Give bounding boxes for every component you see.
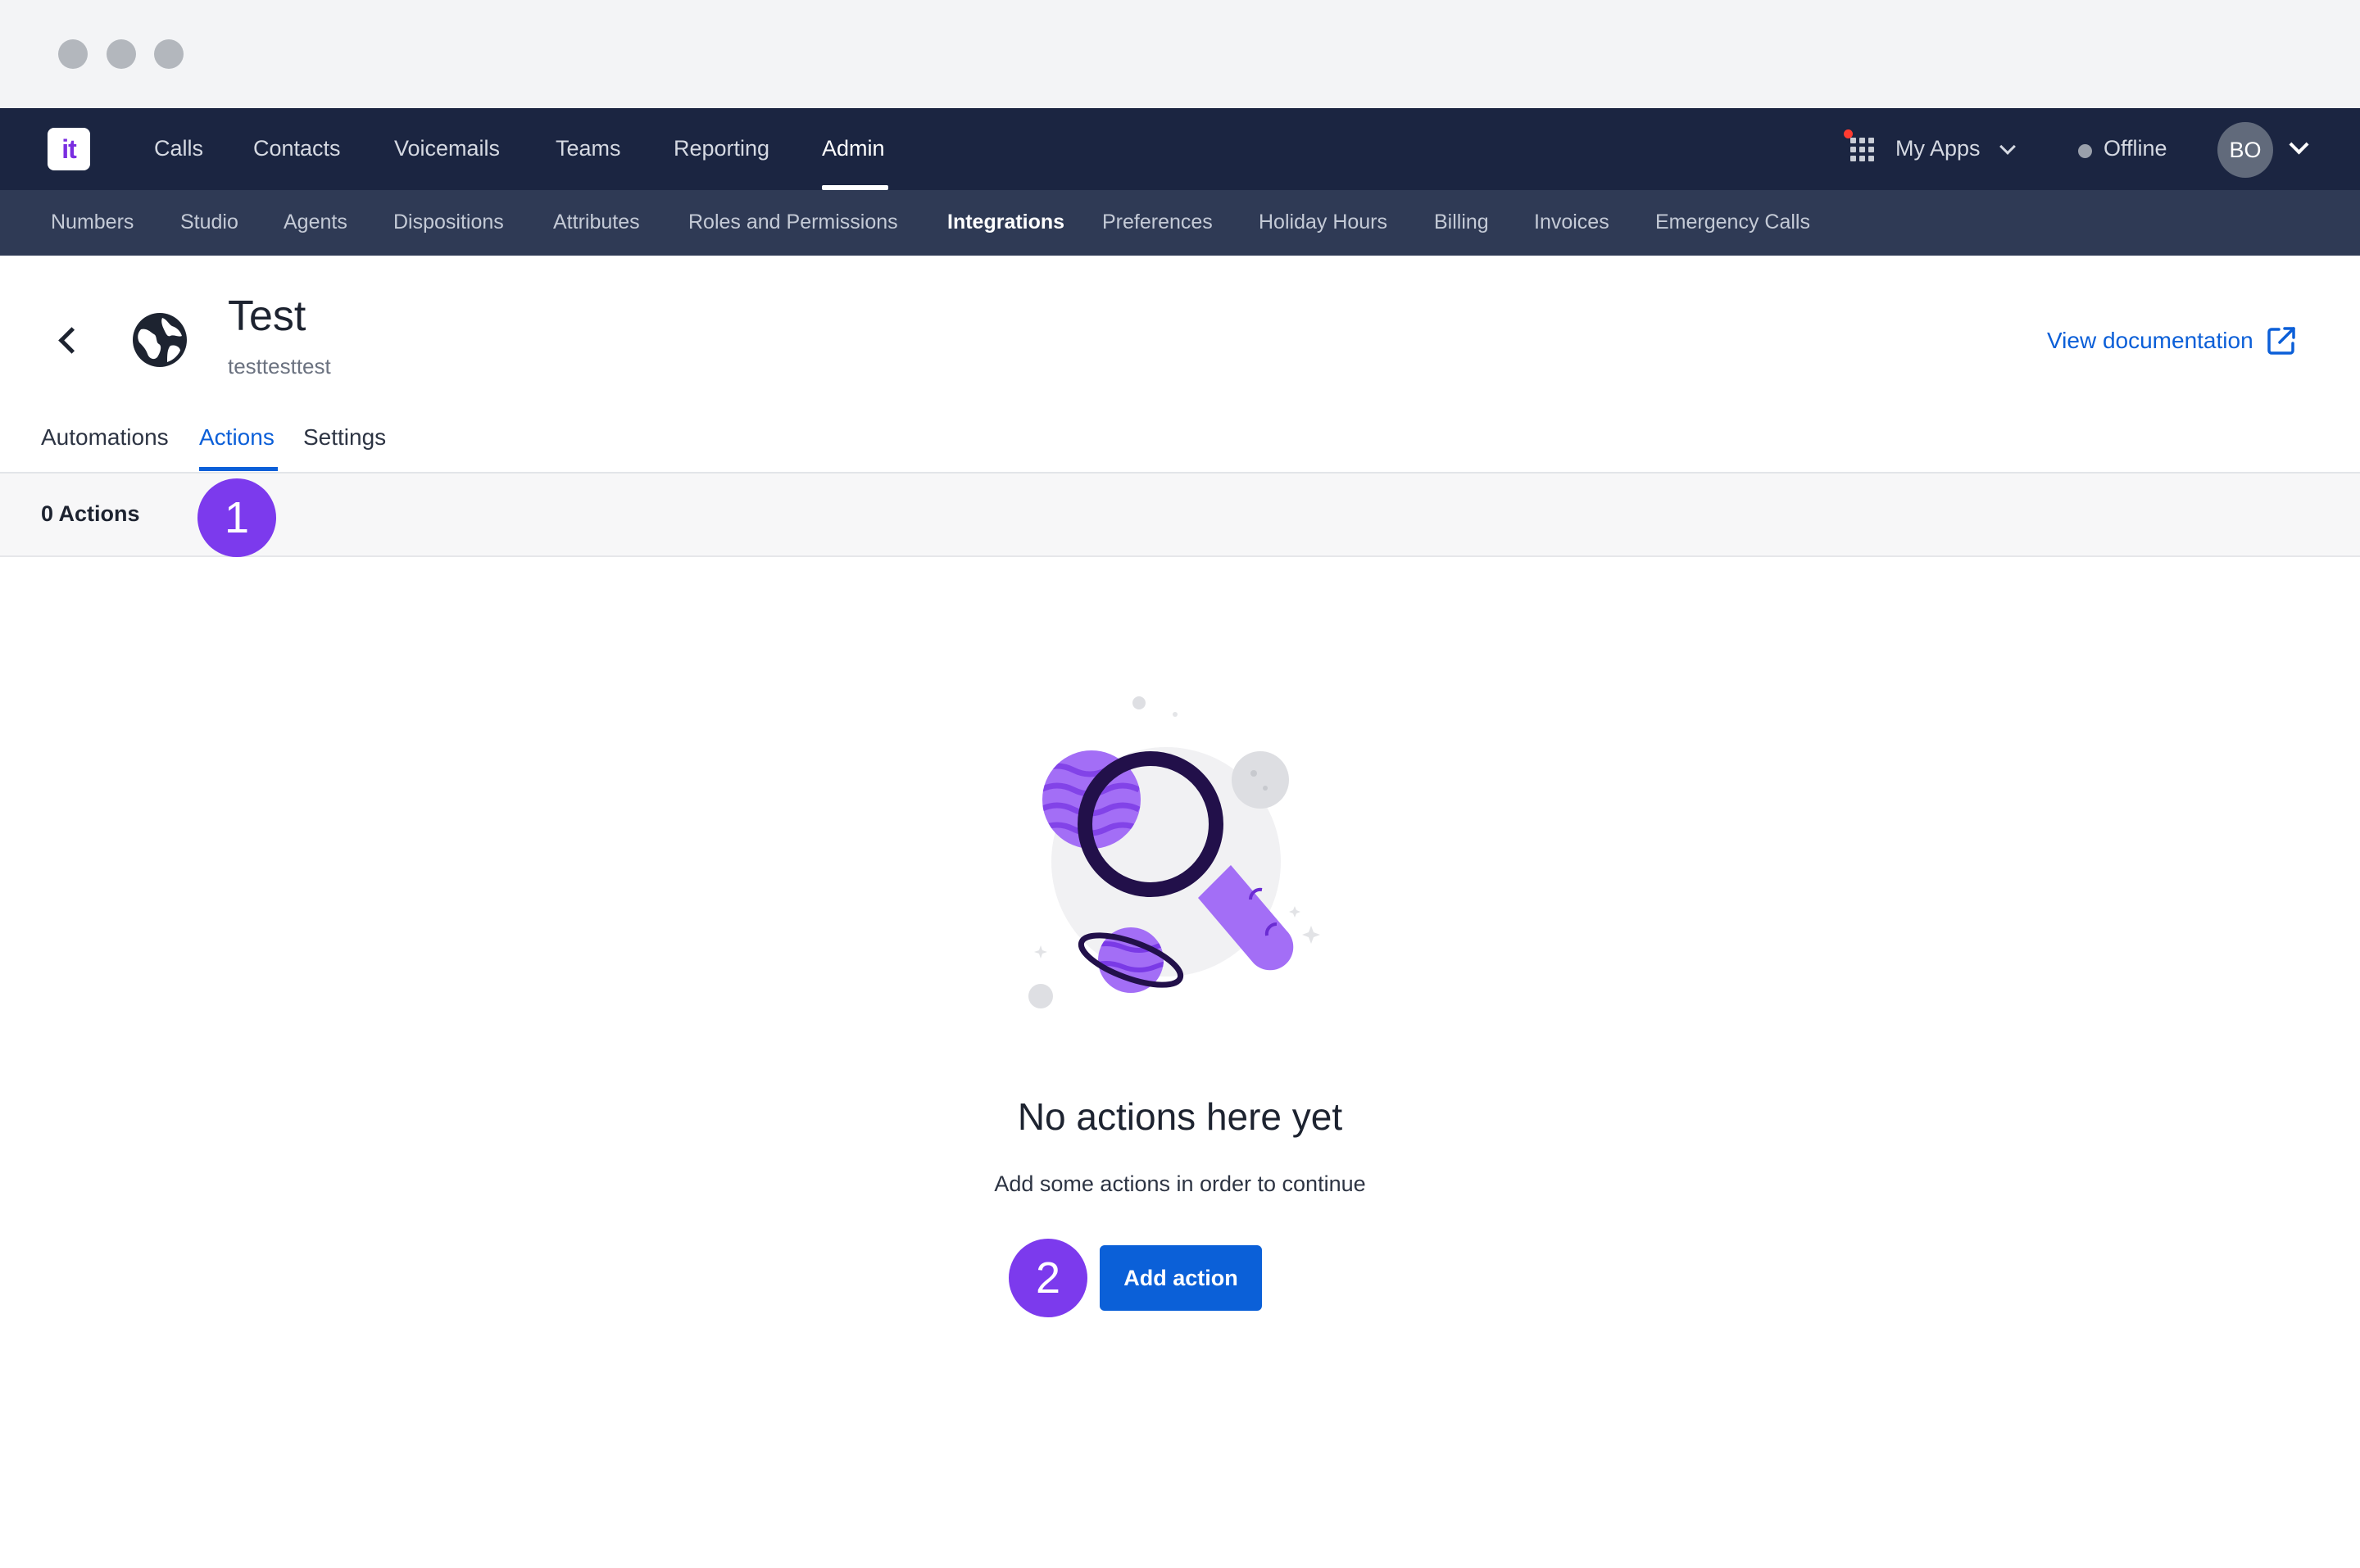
tab-automations[interactable]: Automations [41,424,169,451]
my-apps-menu[interactable]: My Apps [1895,136,1981,161]
actions-count-bar: 0 Actions [0,474,2360,557]
window-maximize-dot[interactable] [154,39,184,69]
nav-item-teams[interactable]: Teams [556,136,621,161]
window-minimize-dot[interactable] [107,39,136,69]
subnav-attributes[interactable]: Attributes [553,211,640,234]
empty-state-title: No actions here yet [1017,1095,1343,1138]
external-link-icon[interactable] [2265,324,2298,357]
subnav-emergency-calls[interactable]: Emergency Calls [1655,211,1810,234]
page-subtitle: testtesttest [228,354,331,378]
window-close-dot[interactable] [58,39,88,69]
empty-state-subtitle: Add some actions in order to continue [994,1171,1366,1196]
nav-item-voicemails[interactable]: Voicemails [394,136,500,161]
subnav-preferences[interactable]: Preferences [1102,211,1213,234]
subnav-invoices[interactable]: Invoices [1534,211,1609,234]
apps-grid-icon[interactable] [1850,138,1875,162]
nav-item-calls[interactable]: Calls [154,136,203,161]
subnav-numbers[interactable]: Numbers [51,211,134,234]
chevron-down-icon[interactable] [1999,138,2016,155]
subnav-studio[interactable]: Studio [180,211,238,234]
account-chevron-icon[interactable] [2289,134,2309,155]
add-action-button[interactable]: Add action [1100,1245,1262,1311]
app-logo[interactable]: it [48,128,90,170]
tab-settings[interactable]: Settings [303,424,386,451]
back-arrow-icon[interactable] [52,323,85,356]
logo-text: it [61,134,77,164]
subnav-holiday-hours[interactable]: Holiday Hours [1259,211,1387,234]
page-title: Test [228,292,306,340]
active-tab-indicator [199,467,278,471]
nav-item-admin[interactable]: Admin [822,136,885,161]
top-navigation: it Calls Contacts Voicemails Teams Repor… [0,108,2360,190]
subnav-integrations[interactable]: Integrations [947,211,1064,234]
subnav-billing[interactable]: Billing [1434,211,1489,234]
step-marker-2: 2 [1009,1239,1087,1317]
nav-item-contacts[interactable]: Contacts [253,136,341,161]
avatar[interactable]: BO [2217,122,2273,178]
admin-subnavigation: Numbers Studio Agents Dispositions Attri… [0,190,2360,256]
view-documentation-link[interactable]: View documentation [2047,328,2253,354]
notification-dot-icon [1844,129,1853,138]
subnav-roles-permissions[interactable]: Roles and Permissions [688,211,898,234]
status-dot-icon [2078,144,2092,158]
tab-actions[interactable]: Actions [199,424,275,451]
nav-item-reporting[interactable]: Reporting [674,136,769,161]
magnifier-illustration [1028,696,1320,1008]
subnav-dispositions[interactable]: Dispositions [393,211,504,234]
step-marker-1: 1 [197,478,276,557]
globe-icon [133,313,187,367]
window-titlebar [0,0,2360,108]
status-label[interactable]: Offline [2104,136,2167,161]
subnav-agents[interactable]: Agents [284,211,347,234]
actions-count: 0 Actions [41,501,140,526]
